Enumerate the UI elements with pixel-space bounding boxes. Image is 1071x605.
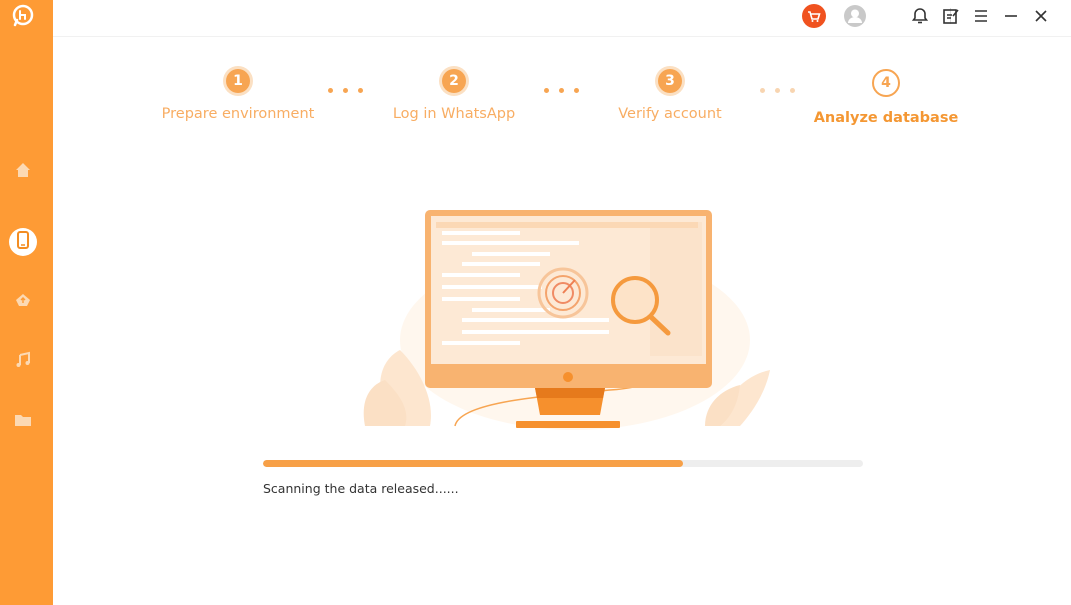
- menu-icon[interactable]: [969, 4, 993, 28]
- step-connector: [544, 88, 579, 94]
- step-verify-account: 3 Verify account: [575, 67, 765, 122]
- cloud-upload-icon: [14, 291, 32, 313]
- step-analyze-database: 4 Analyze database: [791, 67, 981, 126]
- scan-progress-fill: [263, 460, 683, 467]
- step-label: Analyze database: [813, 110, 959, 126]
- folder-icon: [14, 411, 32, 433]
- sidebar-item-cloud[interactable]: [9, 288, 37, 316]
- sidebar-item-home[interactable]: [9, 158, 37, 186]
- sidebar-item-files[interactable]: [9, 408, 37, 436]
- bell-icon[interactable]: [908, 4, 932, 28]
- step-number: 3: [658, 69, 682, 93]
- step-prepare-environment: 1 Prepare environment: [143, 67, 333, 122]
- app-logo-icon: [11, 4, 35, 28]
- step-number: 1: [226, 69, 250, 93]
- sidebar-item-device[interactable]: [9, 228, 37, 256]
- step-connector: [328, 88, 363, 94]
- user-avatar-icon[interactable]: [843, 4, 867, 28]
- step-label: Verify account: [618, 106, 722, 122]
- close-icon[interactable]: [1029, 4, 1053, 28]
- title-bar: [53, 0, 1071, 37]
- step-label: Log in WhatsApp: [392, 106, 516, 122]
- scanning-illustration: [360, 200, 770, 430]
- feedback-icon[interactable]: [939, 4, 963, 28]
- cart-icon[interactable]: [802, 4, 826, 28]
- minimize-icon[interactable]: [999, 4, 1023, 28]
- step-number: 2: [442, 69, 466, 93]
- phone-icon: [15, 231, 31, 253]
- step-connector: [760, 88, 795, 94]
- step-number: 4: [872, 69, 900, 97]
- step-label: Prepare environment: [161, 106, 315, 122]
- scan-progress-bar: [263, 460, 863, 467]
- music-icon: [14, 351, 32, 373]
- step-log-in-whatsapp: 2 Log in WhatsApp: [359, 67, 549, 122]
- scan-status-text: Scanning the data released......: [263, 481, 459, 496]
- sidebar-item-music[interactable]: [9, 348, 37, 376]
- home-icon: [14, 161, 32, 183]
- sidebar: [0, 0, 53, 605]
